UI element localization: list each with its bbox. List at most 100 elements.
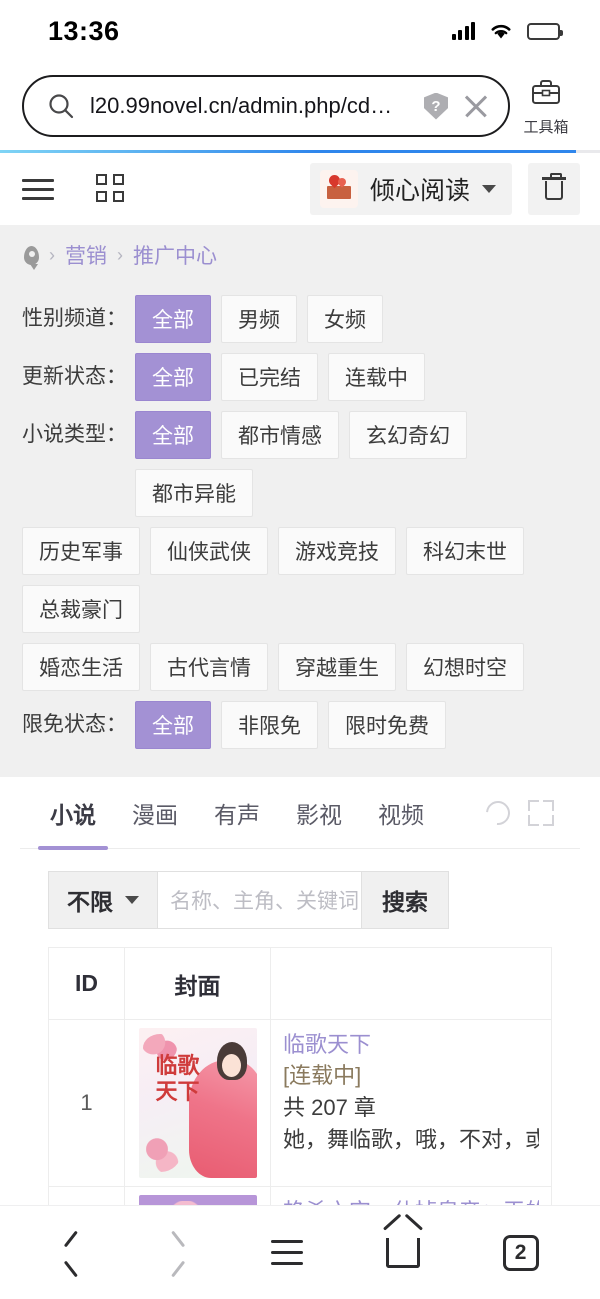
filter-option-free-not-limited[interactable]: 非限免 (221, 701, 318, 749)
hamburger-menu-icon[interactable] (22, 178, 54, 200)
table-header-cover: 封面 (124, 947, 271, 1020)
search-scope-value: 不限 (67, 889, 113, 915)
chevron-down-icon (482, 185, 496, 193)
wifi-icon (491, 24, 511, 39)
filter-option-gender-female[interactable]: 女频 (307, 295, 383, 343)
row-info-1: 临歌天下 [连载中] 共 207 章 她，舞临歌，哦，不对，或许 (270, 1019, 552, 1187)
filter-panel: 性别频道： 全部 男频 女频 更新状态： 全部 已完结 连载中 小说类型： 全部… (0, 285, 600, 777)
filter-option-free-all[interactable]: 全部 (135, 701, 211, 749)
tab-video[interactable]: 视频 (360, 777, 442, 849)
filter-option-type-ceo-rich[interactable]: 总裁豪门 (22, 585, 140, 633)
book-description: 她，舞临歌，哦，不对，或许 (283, 1127, 539, 1152)
grid-apps-icon[interactable] (96, 174, 126, 204)
filter-option-type-history-military[interactable]: 历史军事 (22, 527, 140, 575)
toolbox-button[interactable]: 工具箱 (510, 76, 582, 137)
location-pin-icon (24, 245, 39, 270)
book-title-link[interactable]: 临歌天下 (283, 1030, 539, 1060)
row-id-1: 1 (48, 1019, 125, 1187)
tab-count-icon[interactable]: 2 (502, 1234, 539, 1271)
table-header-row: ID 封面 (48, 947, 552, 1020)
signal-bars-icon (451, 22, 475, 40)
filter-label-free-status: 限免状态： (22, 713, 127, 736)
search-button[interactable]: 搜索 (362, 871, 449, 929)
site-logo-icon (319, 170, 358, 208)
status-bar: 13:36 (0, 0, 600, 62)
table-header-id: ID (48, 947, 125, 1020)
search-icon (49, 94, 74, 119)
tab-film[interactable]: 影视 (278, 777, 360, 849)
app-header: 倾心阅读 (0, 153, 600, 225)
filter-label-update-status: 更新状态： (22, 365, 127, 388)
search-scope-select[interactable]: 不限 (48, 871, 157, 929)
status-time: 13:36 (48, 15, 120, 46)
filter-row-gender-channel: 性别频道： 全部 男频 女频 (0, 295, 600, 343)
tab-comic[interactable]: 漫画 (114, 777, 196, 849)
trash-icon (542, 173, 566, 201)
home-icon[interactable] (385, 1237, 420, 1268)
filter-option-type-marriage-life[interactable]: 婚恋生活 (22, 643, 140, 691)
filter-row-novel-type-3: 婚恋生活 古代言情 穿越重生 幻想时空 (0, 643, 600, 691)
address-bar[interactable]: l20.99novel.cn/admin.php/cdms/no... ? (22, 75, 510, 137)
filter-row-update-status: 更新状态： 全部 已完结 连载中 (0, 353, 600, 401)
cover-title-text: 临歌天下 (155, 1054, 200, 1105)
toolbox-label: 工具箱 (523, 118, 569, 136)
battery-low-icon (527, 22, 563, 40)
filter-option-status-ongoing[interactable]: 连载中 (328, 353, 425, 401)
filter-option-gender-male[interactable]: 男频 (221, 295, 297, 343)
site-name-label: 倾心阅读 (369, 177, 470, 205)
book-cover-image: 临歌天下 (138, 1028, 257, 1178)
filter-option-type-fantasy[interactable]: 玄幻奇幻 (349, 411, 467, 459)
table-row[interactable]: 1 临歌天下 临歌天下 [连载中] 共 207 章 她，舞临歌，哦，不对，或 (48, 1019, 552, 1187)
filter-label-novel-type: 小说类型： (22, 423, 127, 446)
filter-option-type-transmigration[interactable]: 穿越重生 (278, 643, 396, 691)
table-header-info (270, 947, 552, 1020)
browser-bottom-nav: 2 (0, 1205, 600, 1299)
breadcrumb-separator-2: › (117, 244, 123, 265)
chevron-down-icon (125, 896, 139, 904)
refresh-icon[interactable] (481, 795, 515, 830)
filter-option-type-urban-romance[interactable]: 都市情感 (221, 411, 339, 459)
breadcrumb-item-promotion-center[interactable]: 推广中心 (133, 240, 217, 270)
breadcrumb-item-marketing[interactable]: 营销 (65, 240, 107, 270)
tab-novel[interactable]: 小说 (32, 777, 114, 850)
search-input-placeholder: 名称、主角、关键词 (170, 890, 359, 913)
fullscreen-expand-icon[interactable] (528, 799, 554, 826)
filter-option-type-fantasy-time[interactable]: 幻想时空 (406, 643, 524, 691)
shield-question-icon[interactable]: ? (424, 92, 448, 120)
book-status: [连载中] (283, 1063, 362, 1088)
filter-option-type-scifi-apocalypse[interactable]: 科幻末世 (406, 527, 524, 575)
search-row: 不限 名称、主角、关键词 搜索 (20, 849, 580, 947)
chevron-left-icon[interactable] (61, 1235, 83, 1271)
page-load-progress (0, 150, 600, 153)
filter-label-gender-channel: 性别频道： (22, 307, 127, 330)
filter-option-status-completed[interactable]: 已完结 (221, 353, 318, 401)
filter-row-novel-type-2: 历史军事 仙侠武侠 游戏竞技 科幻末世 总裁豪门 (0, 527, 600, 633)
hamburger-menu-icon[interactable] (270, 1240, 303, 1265)
breadcrumb-separator-1: › (49, 244, 55, 265)
clear-cache-button[interactable] (528, 163, 580, 215)
book-chapter-count: 共 207 章 (283, 1095, 376, 1120)
browser-url-row: l20.99novel.cn/admin.php/cdms/no... ? 工具… (0, 62, 600, 150)
site-switcher-button[interactable]: 倾心阅读 (309, 163, 512, 215)
filter-option-type-ancient-romance[interactable]: 古代言情 (150, 643, 268, 691)
filter-option-type-game-esports[interactable]: 游戏竞技 (278, 527, 396, 575)
status-icons (451, 21, 563, 41)
filter-option-type-all[interactable]: 全部 (135, 411, 211, 459)
content-tabs: 小说 漫画 有声 影视 视频 (20, 777, 580, 850)
phone-screen: 13:36 l20.99novel.cn/admin.php/cdms/no..… (0, 0, 600, 1299)
close-icon[interactable] (462, 92, 490, 120)
url-text: l20.99novel.cn/admin.php/cdms/no... (90, 93, 410, 118)
filter-row-free-status: 限免状态： 全部 非限免 限时免费 (0, 701, 600, 749)
toolbox-icon (532, 79, 560, 104)
filter-option-type-xianxia-wuxia[interactable]: 仙侠武侠 (150, 527, 268, 575)
filter-row-novel-type: 小说类型： 全部 都市情感 玄幻奇幻 都市异能 (0, 411, 600, 517)
filter-option-type-urban-powers[interactable]: 都市异能 (135, 469, 253, 517)
tab-audio[interactable]: 有声 (196, 777, 278, 849)
search-input[interactable]: 名称、主角、关键词 (157, 871, 362, 929)
breadcrumb: › 营销 › 推广中心 (0, 225, 600, 285)
filter-option-status-all[interactable]: 全部 (135, 353, 211, 401)
chevron-right-icon[interactable] (166, 1235, 188, 1271)
filter-option-free-limited-time[interactable]: 限时免费 (328, 701, 446, 749)
row-cover-1[interactable]: 临歌天下 (124, 1019, 271, 1187)
filter-option-gender-all[interactable]: 全部 (135, 295, 211, 343)
